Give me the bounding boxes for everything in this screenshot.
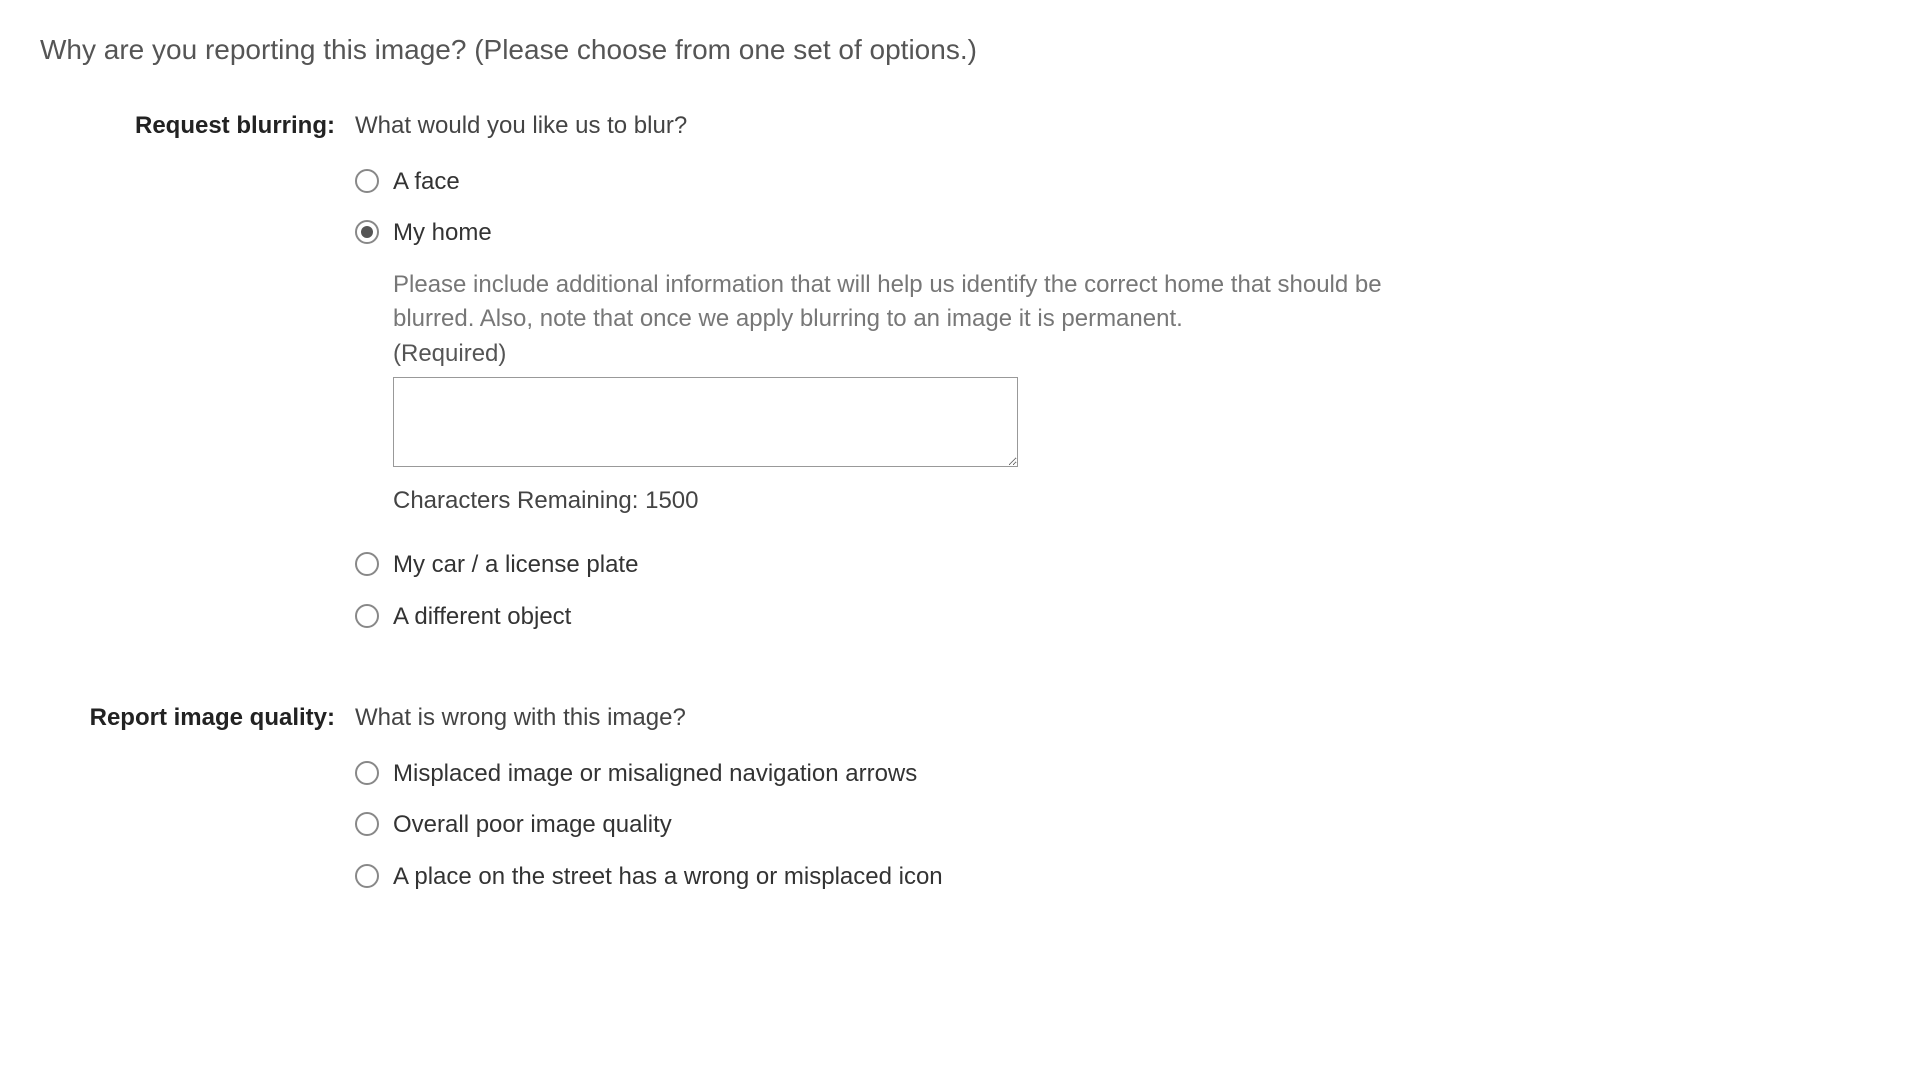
radio-misplaced[interactable] [355, 761, 379, 785]
radio-wrong-icon[interactable] [355, 864, 379, 888]
home-helper-text: Please include additional information th… [393, 268, 1393, 335]
radio-home-label[interactable]: My home [393, 216, 492, 250]
radio-row-other: A different object [355, 600, 1755, 634]
section-quality: Report image quality: What is wrong with… [40, 701, 1880, 911]
radio-wrong-icon-label[interactable]: A place on the street has a wrong or mis… [393, 860, 943, 894]
radio-car-label[interactable]: My car / a license plate [393, 548, 638, 582]
chars-remaining: Characters Remaining: 1500 [393, 484, 1755, 518]
radio-row-face: A face [355, 165, 1755, 199]
textarea-wrap [393, 377, 1755, 477]
page-heading: Why are you reporting this image? (Pleas… [40, 30, 1880, 69]
radio-row-car: My car / a license plate [355, 548, 1755, 582]
radio-other-object[interactable] [355, 604, 379, 628]
section-quality-content: What is wrong with this image? Misplaced… [355, 701, 1755, 911]
blurring-question: What would you like us to blur? [355, 109, 1755, 143]
required-label: (Required) [393, 337, 1755, 371]
section-blurring: Request blurring: What would you like us… [40, 109, 1880, 651]
additional-info-textarea[interactable] [393, 377, 1018, 467]
section-blurring-content: What would you like us to blur? A face M… [355, 109, 1755, 651]
radio-row-home: My home [355, 216, 1755, 250]
radio-misplaced-label[interactable]: Misplaced image or misaligned navigation… [393, 757, 917, 791]
radio-poor-quality-label[interactable]: Overall poor image quality [393, 808, 672, 842]
radio-row-wrong-icon: A place on the street has a wrong or mis… [355, 860, 1755, 894]
section-quality-label: Report image quality: [40, 701, 355, 911]
section-blurring-label: Request blurring: [40, 109, 355, 651]
quality-question: What is wrong with this image? [355, 701, 1755, 735]
radio-row-misplaced: Misplaced image or misaligned navigation… [355, 757, 1755, 791]
radio-face-label[interactable]: A face [393, 165, 460, 199]
radio-home[interactable] [355, 220, 379, 244]
radio-car[interactable] [355, 552, 379, 576]
radio-face[interactable] [355, 169, 379, 193]
radio-poor-quality[interactable] [355, 812, 379, 836]
radio-row-poor: Overall poor image quality [355, 808, 1755, 842]
report-form: Request blurring: What would you like us… [40, 109, 1880, 961]
radio-other-object-label[interactable]: A different object [393, 600, 571, 634]
